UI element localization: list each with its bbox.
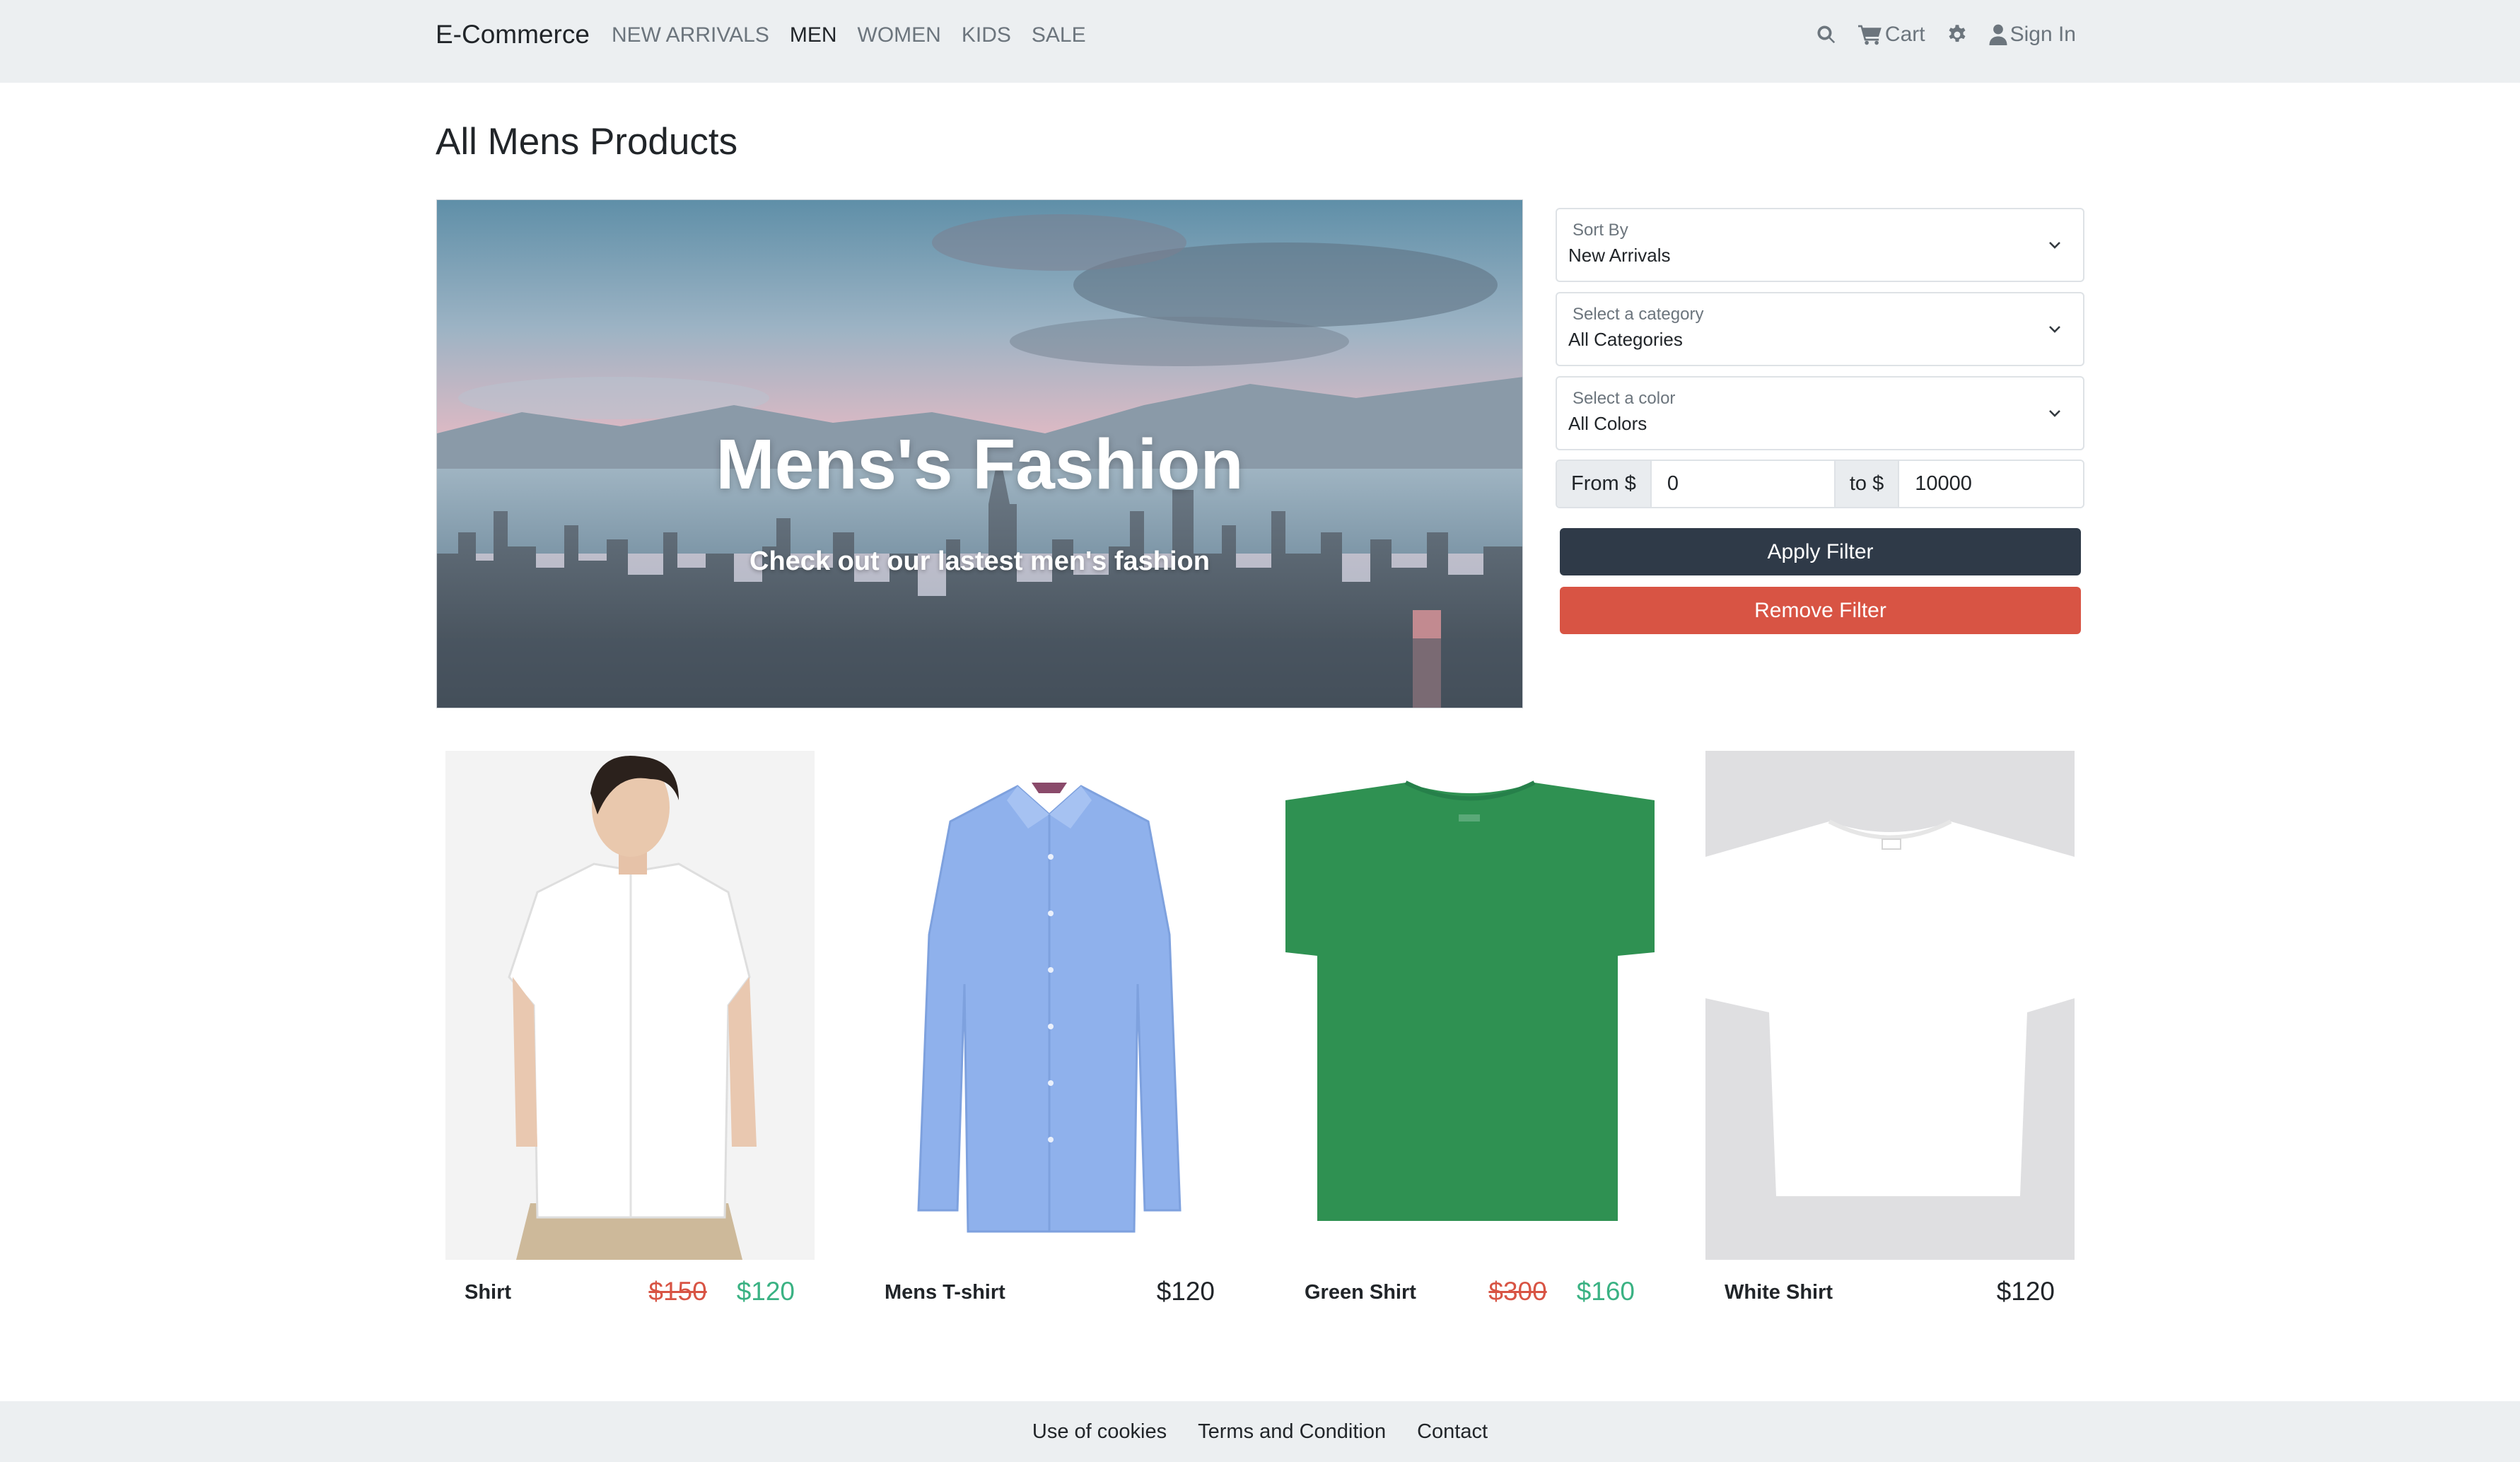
product-name[interactable]: White Shirt — [1725, 1281, 1833, 1304]
hero-title: Mens's Fashion — [716, 425, 1244, 504]
nav-link-sale[interactable]: SALE — [1032, 23, 1086, 47]
product-image[interactable] — [865, 751, 1235, 1260]
product-card[interactable]: Green Shirt $300 $160 — [1285, 751, 1655, 1316]
footer-link-cookies[interactable]: Use of cookies — [1032, 1420, 1167, 1444]
price-from-label: From $ — [1557, 461, 1652, 507]
category-label: Select a category — [1573, 305, 1704, 324]
hero-subtitle: Check out our lastest men's fashion — [749, 546, 1210, 576]
nav-link-kids[interactable]: KIDS — [962, 23, 1011, 47]
nav-link-women[interactable]: WOMEN — [858, 23, 941, 47]
product-image[interactable] — [1285, 751, 1655, 1260]
nav-link-new-arrivals[interactable]: NEW ARRIVALS — [612, 23, 769, 47]
color-select[interactable]: Select a color All Colors — [1556, 376, 2084, 450]
user-icon — [1989, 24, 2007, 45]
product-card[interactable]: Shirt $150 $120 — [445, 751, 815, 1316]
sort-by-label: Sort By — [1573, 221, 1628, 240]
footer-link-terms[interactable]: Terms and Condition — [1198, 1420, 1386, 1444]
white-tshirt-image — [1705, 751, 2075, 1260]
sort-by-select[interactable]: Sort By New Arrivals — [1556, 208, 2084, 282]
signin-label: Sign In — [2009, 23, 2076, 46]
price: $120 — [1996, 1277, 2055, 1306]
blue-shirt-image — [865, 751, 1235, 1260]
nav-link-men[interactable]: MEN — [790, 23, 837, 47]
sale-price: $160 — [1576, 1277, 1635, 1306]
product-prices: $120 — [1157, 1277, 1215, 1306]
chevron-down-icon — [2049, 410, 2060, 417]
product-info: Mens T-shirt $120 — [865, 1260, 1235, 1316]
apply-filter-button[interactable]: Apply Filter — [1560, 528, 2081, 575]
brand-logo[interactable]: E-Commerce — [436, 20, 590, 49]
product-info: Shirt $150 $120 — [445, 1260, 815, 1316]
cart-label: Cart — [1884, 23, 1925, 46]
old-price: $150 — [648, 1277, 707, 1306]
footer: Use of cookies Terms and Condition Conta… — [0, 1401, 2520, 1462]
product-name[interactable]: Mens T-shirt — [885, 1281, 1005, 1304]
cart-button[interactable]: Cart — [1857, 23, 1925, 47]
hero-banner: Mens's Fashion Check out our lastest men… — [436, 199, 1523, 708]
category-select[interactable]: Select a category All Categories — [1556, 292, 2084, 366]
product-card[interactable]: White Shirt $120 — [1705, 751, 2075, 1316]
chevron-down-icon — [2049, 242, 2060, 249]
navbar: E-Commerce NEW ARRIVALS MEN WOMEN KIDS S… — [0, 0, 2520, 83]
product-prices: $300 $160 — [1488, 1277, 1635, 1306]
product-info: Green Shirt $300 $160 — [1285, 1260, 1655, 1316]
price-range: From $ to $ — [1556, 460, 2084, 508]
price-from-input[interactable] — [1651, 461, 1834, 507]
category-value: All Categories — [1568, 329, 1683, 350]
sale-price: $120 — [736, 1277, 795, 1306]
color-label: Select a color — [1573, 389, 1676, 408]
gear-icon — [1949, 25, 1966, 42]
green-tshirt-image — [1285, 751, 1655, 1260]
search-button[interactable] — [1816, 24, 1837, 45]
price-to-label: to $ — [1833, 461, 1900, 507]
price: $120 — [1156, 1277, 1215, 1306]
footer-link-contact[interactable]: Contact — [1417, 1420, 1488, 1444]
nav-links: NEW ARRIVALS MEN WOMEN KIDS SALE — [612, 23, 1107, 47]
nav-actions: Cart Sign In — [1795, 23, 2076, 47]
product-image[interactable] — [1705, 751, 2075, 1260]
model-white-shirt-image — [445, 751, 815, 1260]
product-info: White Shirt $120 — [1705, 1260, 2075, 1316]
product-card[interactable]: Mens T-shirt $120 — [865, 751, 1235, 1316]
product-prices: $150 $120 — [648, 1277, 795, 1306]
search-icon — [1817, 25, 1836, 44]
signin-button[interactable]: Sign In — [1989, 23, 2076, 47]
sort-by-value: New Arrivals — [1568, 245, 1671, 266]
product-image[interactable] — [445, 751, 815, 1260]
page-title: All Mens Products — [436, 121, 738, 163]
remove-filter-button[interactable]: Remove Filter — [1560, 587, 2081, 634]
chevron-down-icon — [2049, 326, 2060, 333]
price-to-input[interactable] — [1899, 461, 2083, 507]
color-value: All Colors — [1568, 413, 1647, 434]
settings-button[interactable] — [1947, 24, 1968, 45]
product-prices: $120 — [1997, 1277, 2055, 1306]
product-name[interactable]: Shirt — [465, 1281, 511, 1304]
old-price: $300 — [1488, 1277, 1547, 1306]
cart-icon — [1857, 25, 1882, 45]
product-name[interactable]: Green Shirt — [1305, 1281, 1416, 1304]
